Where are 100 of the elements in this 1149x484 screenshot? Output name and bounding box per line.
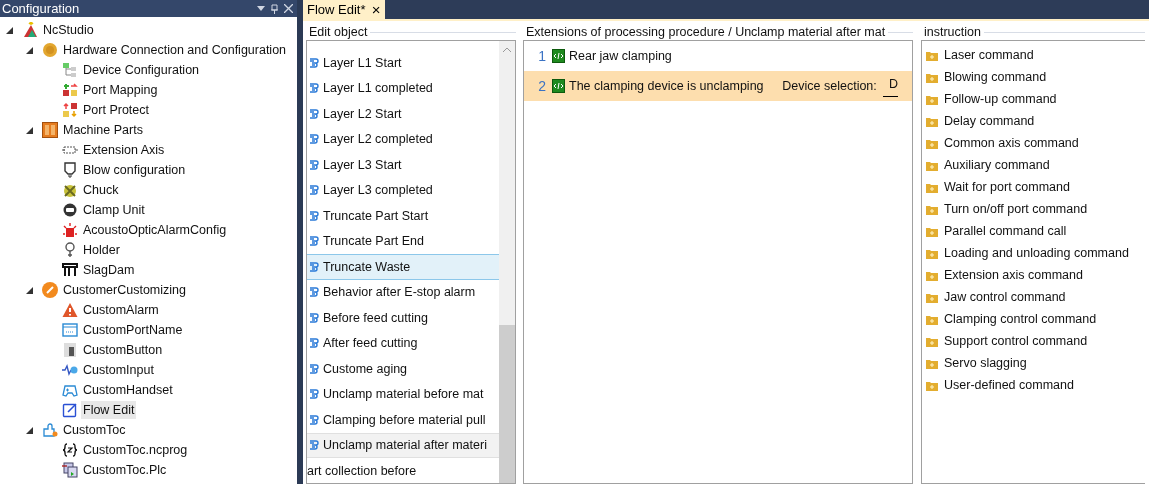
list-item[interactable]: Unclamp material after materi (307, 432, 499, 459)
tree-item[interactable]: CustomInput (81, 361, 156, 380)
puzzle-icon (42, 422, 58, 439)
tree-item[interactable]: CustomToc.ncprog (81, 441, 190, 460)
warning-icon (62, 302, 78, 319)
tree-item[interactable]: Chuck (81, 181, 121, 200)
tree-item[interactable]: CustomAlarm (81, 301, 161, 320)
list-item[interactable]: After feed cutting (307, 330, 499, 357)
expand-arrow-icon[interactable] (26, 286, 33, 294)
squares-icon (62, 82, 78, 99)
window-icon (62, 322, 78, 339)
list-item[interactable]: Layer L1 Start (307, 50, 499, 76)
tree-item[interactable]: CustomHandset (81, 381, 175, 400)
tree-item[interactable]: CustomButton (81, 341, 165, 360)
instruction-item[interactable]: Parallel command call (944, 221, 1067, 241)
code-icon (552, 49, 565, 64)
tree-item[interactable]: Blow configuration (81, 161, 188, 180)
tree-item[interactable]: NcStudio (41, 21, 96, 40)
tree-item[interactable]: SlagDam (81, 261, 137, 280)
instruction-item[interactable]: User-defined command (944, 375, 1074, 395)
list-item[interactable]: Custome aging (307, 356, 499, 382)
folder-icon (926, 115, 938, 127)
panel-icon (42, 122, 58, 139)
tree-item[interactable]: Port Protect (81, 101, 151, 120)
coin-icon (42, 42, 58, 59)
list-item[interactable]: Behavior after E-stop alarm (307, 279, 499, 306)
instruction-item[interactable]: Delay command (944, 111, 1035, 131)
code-file-icon (62, 442, 78, 459)
list-item[interactable]: Before feed cutting (307, 305, 499, 331)
code-icon (552, 79, 565, 94)
folder-icon (926, 357, 938, 369)
instruction-item[interactable]: Turn on/off port command (944, 199, 1088, 219)
folder-icon (926, 225, 938, 237)
tree-item[interactable]: CustomToc.Plc (81, 461, 169, 480)
plc-icon (62, 462, 78, 479)
edit-icon (62, 402, 78, 419)
instruction-item[interactable]: Wait for port command (944, 177, 1070, 197)
logo-icon (22, 22, 38, 39)
panel-title-text: Configuration (2, 0, 80, 17)
list-item[interactable]: Clamping before material pull (307, 407, 499, 433)
tree-item[interactable]: Machine Parts (61, 121, 145, 140)
list-item[interactable]: art collection before (307, 458, 499, 483)
list-item[interactable]: Truncate Waste (307, 254, 499, 280)
tree-item[interactable]: Port Mapping (81, 81, 160, 100)
list-item[interactable]: Unclamp material before mat (307, 381, 499, 408)
instruction-item[interactable]: Follow-up command (944, 89, 1057, 109)
instruction-item[interactable]: Clamping control command (944, 309, 1097, 329)
folder-icon (926, 335, 938, 347)
list-item[interactable]: Layer L2 completed (307, 126, 499, 153)
command-text: Rear jaw clamping (569, 47, 672, 65)
folder-icon (926, 247, 938, 259)
instruction-item[interactable]: Extension axis command (944, 265, 1083, 285)
tree-item[interactable]: AcoustoOpticAlarmConfig (81, 221, 229, 240)
list-item[interactable]: Truncate Part Start (307, 203, 499, 229)
parameter-label: Device selection: (782, 77, 877, 95)
folder-icon (926, 71, 938, 83)
instruction-item[interactable]: Support control command (944, 331, 1088, 351)
tree-item[interactable]: Hardware Connection and Configuration (61, 41, 289, 60)
tree-item[interactable]: CustomToc (61, 421, 128, 440)
pin-icon[interactable] (270, 3, 278, 14)
close-icon[interactable] (284, 4, 293, 13)
tree-item[interactable]: Flow Edit (81, 401, 137, 420)
list-item[interactable]: Layer L3 Start (307, 152, 499, 178)
tree-item[interactable]: CustomPortName (81, 321, 185, 340)
instruction-item[interactable]: Servo slagging (944, 353, 1027, 373)
list-item[interactable]: Truncate Part End (307, 228, 499, 255)
tree-item[interactable]: Clamp Unit (81, 201, 147, 220)
folder-icon (926, 137, 938, 149)
instruction-item[interactable]: Blowing command (944, 67, 1047, 87)
instruction-item[interactable]: Loading and unloading command (944, 243, 1129, 263)
device-dropdown[interactable]: D (883, 75, 899, 97)
list-item[interactable]: Layer L3 completed (307, 177, 499, 204)
folder-icon (926, 93, 938, 105)
tree-item[interactable]: Extension Axis (81, 141, 167, 160)
squares-icon (62, 102, 78, 119)
dropdown-icon[interactable] (256, 5, 265, 12)
tree-item[interactable]: CustomerCustomizing (61, 281, 188, 300)
scroll-thumb[interactable] (499, 325, 515, 483)
document-tab[interactable]: Flow Edit* × (303, 0, 385, 19)
folder-icon (926, 313, 938, 325)
folder-icon (926, 181, 938, 193)
expand-arrow-icon[interactable] (6, 26, 13, 34)
instruction-item[interactable]: Laser command (944, 45, 1034, 65)
expand-arrow-icon[interactable] (26, 46, 33, 54)
gamepad-icon (62, 382, 78, 399)
expand-arrow-icon[interactable] (26, 126, 33, 134)
instruction-item[interactable]: Common axis command (944, 133, 1079, 153)
pencil-circle-icon (42, 282, 58, 299)
instruction-item[interactable]: Jaw control command (944, 287, 1066, 307)
list-item[interactable]: Layer L1 completed (307, 75, 499, 102)
tree-item[interactable]: Device Configuration (81, 61, 202, 80)
line-number: 2 (537, 76, 547, 96)
list-item[interactable]: Layer L2 Start (307, 101, 499, 127)
folder-icon (926, 379, 938, 391)
folder-icon (926, 49, 938, 61)
expand-arrow-icon[interactable] (26, 426, 33, 434)
folder-icon (926, 203, 938, 215)
folder-icon (926, 159, 938, 171)
instruction-item[interactable]: Auxiliary command (944, 155, 1050, 175)
tree-item[interactable]: Holder (81, 241, 122, 260)
